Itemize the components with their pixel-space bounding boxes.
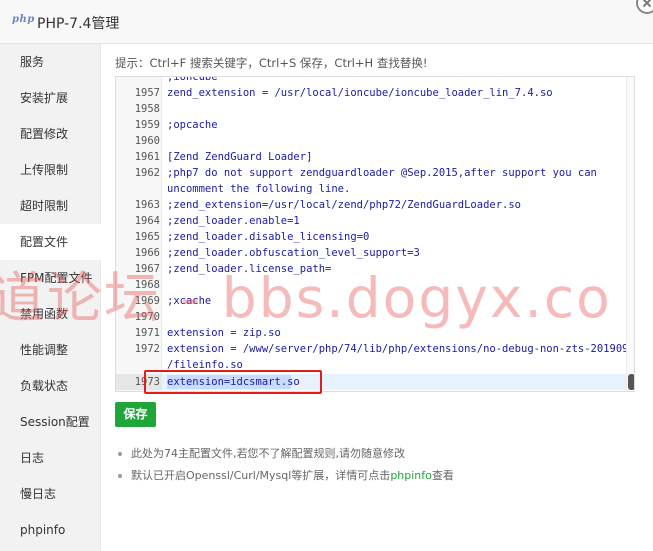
line-number: 1959	[134, 119, 160, 131]
notes-list: 此处为74主配置文件,若您不了解配置规则,请勿随意修改 默认已开启Openssl…	[117, 443, 454, 487]
note-text: 默认已开启Openssl/Curl/Mysql等扩展，详情可点击	[131, 469, 391, 482]
sidebar-item-log[interactable]: 日志	[0, 440, 100, 476]
line-text: extension = /www/server/php/74/lib/php/e…	[167, 343, 635, 355]
note-item: 此处为74主配置文件,若您不了解配置规则,请勿随意修改	[117, 443, 454, 465]
line-number: 1968	[134, 279, 160, 291]
code-editor[interactable]: ;ioncube 1957 zend_extension = /usr/local…	[115, 76, 635, 392]
line-text: ;xcache	[167, 295, 212, 307]
dialog-title: PHP-7.4管理	[37, 16, 120, 32]
line-text: [Zend ZendGuard Loader]	[167, 151, 313, 163]
sidebar-item-performance[interactable]: 性能调整	[0, 332, 100, 368]
sidebar-item-upload-limit[interactable]: 上传限制	[0, 152, 100, 188]
editor-scrollbar[interactable]	[626, 77, 634, 391]
php-logo: php	[12, 14, 35, 25]
line-number: 1969	[134, 295, 160, 307]
line-number: 1965	[134, 231, 160, 243]
line-text: ;zend_extension=/usr/local/zend/php72/Ze…	[167, 199, 522, 211]
sidebar-item-service[interactable]: 服务	[0, 44, 100, 80]
sidebar-item-config-file[interactable]: 配置文件	[0, 224, 101, 260]
sidebar-item-phpinfo[interactable]: phpinfo	[0, 512, 100, 548]
line-text: ;zend_loader.license_path=	[167, 263, 332, 275]
line-number: 1971	[134, 327, 160, 339]
dialog-header: php PHP-7.4管理	[0, 0, 653, 44]
line-number: 1963	[134, 199, 160, 211]
line-text: zend_extension = /usr/local/ioncube/ionc…	[167, 87, 553, 99]
highlight-annotation-box	[144, 370, 322, 394]
sidebar-item-timeout-limit[interactable]: 超时限制	[0, 188, 100, 224]
sidebar-item-config-modify[interactable]: 配置修改	[0, 116, 100, 152]
sidebar-item-disabled-functions[interactable]: 禁用函数	[0, 296, 100, 332]
line-number: 1966	[134, 247, 160, 259]
sidebar-item-install-extensions[interactable]: 安装扩展	[0, 80, 100, 116]
editor-tip: 提示：Ctrl+F 搜索关键字，Ctrl+S 保存，Ctrl+H 查找替换!	[115, 56, 428, 70]
editor-scrollbar-thumb[interactable]	[628, 374, 634, 390]
phpinfo-link[interactable]: phpinfo	[390, 469, 432, 482]
line-text: ;ioncube	[167, 76, 218, 83]
line-number: 1961	[134, 151, 160, 163]
note-text-suffix: 查看	[431, 469, 454, 482]
note-text: 此处为74主配置文件,若您不了解配置规则,请勿随意修改	[131, 447, 405, 460]
line-text: ;zend_loader.obfuscation_level_support=3	[167, 247, 420, 259]
line-text: ;zend_loader.disable_licensing=0	[167, 231, 370, 243]
sidebar-item-load-status[interactable]: 负载状态	[0, 368, 100, 404]
sidebar-item-fpm-config-file[interactable]: FPM配置文件	[0, 260, 100, 296]
note-item: 默认已开启Openssl/Curl/Mysql等扩展，详情可点击phpinfo查…	[117, 465, 454, 487]
line-number: 1960	[134, 135, 160, 147]
line-text: extension = zip.so	[167, 327, 281, 339]
line-text: ;opcache	[167, 119, 218, 131]
sidebar-item-session-config[interactable]: Session配置	[0, 404, 100, 440]
line-number: 1957	[134, 87, 160, 99]
line-text: ;php7 do not support zendguardloader @Se…	[167, 167, 597, 179]
line-number: 1962	[134, 167, 160, 179]
line-text: uncomment the following line.	[167, 183, 351, 195]
line-number: 1972	[134, 343, 160, 355]
sidebar-item-slow-log[interactable]: 慢日志	[0, 476, 100, 512]
sidebar: 服务 安装扩展 配置修改 上传限制 超时限制 配置文件 FPM配置文件 禁用函数…	[0, 44, 101, 551]
save-button[interactable]: 保存	[115, 402, 156, 427]
line-number: 1958	[134, 103, 160, 115]
line-text: ;zend_loader.enable=1	[167, 215, 300, 227]
line-number: 1970	[134, 311, 160, 323]
line-number: 1967	[134, 263, 160, 275]
line-number: 1964	[134, 215, 160, 227]
